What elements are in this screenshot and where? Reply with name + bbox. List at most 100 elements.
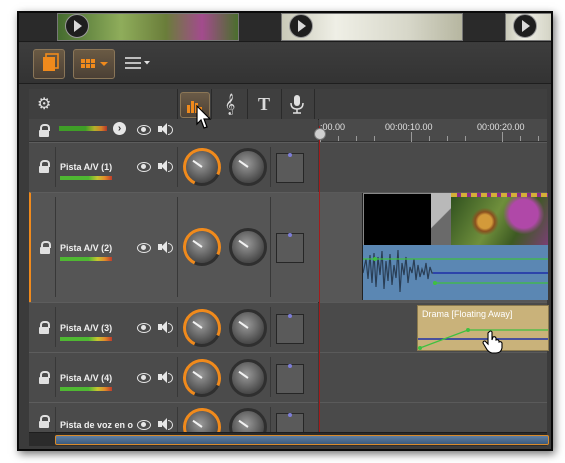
header-divider [177, 197, 178, 297]
storyboard-view-button[interactable] [33, 49, 65, 79]
lock-icon[interactable] [39, 160, 50, 173]
chevron-right-icon[interactable]: › [113, 122, 126, 135]
header-divider [270, 147, 271, 187]
surround-panner-grid[interactable] [276, 153, 304, 183]
transition-marker[interactable] [431, 193, 451, 245]
playhead-handle[interactable] [314, 128, 326, 140]
lock-icon[interactable] [39, 321, 50, 334]
header-divider [55, 357, 56, 397]
header-divider [270, 307, 271, 347]
ruler-tick [374, 136, 375, 141]
playhead-line[interactable] [319, 126, 320, 438]
volume-knob[interactable] [177, 142, 227, 192]
pan-knob[interactable] [229, 148, 267, 186]
header-divider [270, 407, 271, 433]
play-icon[interactable] [513, 14, 537, 38]
gear-icon[interactable]: ⚙ [37, 94, 51, 114]
eye-icon[interactable] [137, 323, 151, 333]
tab-divider [247, 89, 248, 119]
surround-panner-grid[interactable] [276, 233, 304, 263]
header-divider [270, 197, 271, 297]
track-lane[interactable] [319, 142, 547, 193]
master-level-meter [59, 126, 107, 131]
surround-panner-grid[interactable] [276, 314, 304, 344]
lock-icon[interactable] [39, 415, 50, 428]
clip-thumbnail-flower [451, 193, 548, 245]
video-clip[interactable] [362, 193, 548, 300]
tab-music-tools[interactable]: 𝄞 [216, 92, 244, 116]
microphone-icon [290, 95, 304, 114]
track-header[interactable]: Pista A/V (3) [29, 302, 318, 353]
list-view-menu-button[interactable] [119, 49, 155, 77]
arrow-cursor-icon [196, 105, 212, 129]
tab-voice-tools[interactable] [283, 92, 311, 116]
audio-waveform [363, 245, 548, 300]
speaker-icon[interactable] [158, 160, 173, 172]
surround-panner-grid[interactable] [276, 413, 304, 433]
timeline-view-button[interactable] [73, 49, 115, 79]
eye-icon[interactable] [137, 162, 151, 172]
timeline-scrollbar[interactable] [29, 432, 549, 446]
volume-knob[interactable] [177, 303, 227, 353]
pan-knob[interactable] [229, 359, 267, 397]
eye-icon[interactable] [137, 420, 151, 430]
header-divider [270, 357, 271, 397]
eye-icon[interactable] [137, 243, 151, 253]
pan-knob[interactable] [229, 408, 267, 433]
header-divider [55, 407, 56, 433]
volume-knob[interactable] [177, 222, 227, 272]
speaker-icon[interactable] [158, 321, 173, 333]
track-level-meter [60, 337, 112, 341]
track-name: Pista A/V (4) [60, 373, 113, 383]
lock-icon[interactable] [40, 241, 51, 254]
speaker-icon[interactable] [158, 418, 173, 430]
play-icon[interactable] [289, 14, 313, 38]
ruler-tick [520, 136, 521, 141]
speaker-icon[interactable] [158, 123, 173, 135]
master-track-header: › [29, 119, 318, 142]
speaker-icon[interactable] [158, 241, 173, 253]
ruler-tick [429, 136, 430, 141]
tab-divider [281, 89, 282, 119]
header-divider [55, 147, 56, 187]
header-divider [177, 147, 178, 187]
clip-thumbnail-black [363, 193, 433, 247]
ruler-tick [338, 136, 339, 141]
tab-title-tools[interactable]: T [250, 92, 278, 116]
list-dropdown-icon [125, 57, 150, 69]
pan-knob[interactable] [229, 309, 267, 347]
scrollbar-thumb[interactable] [55, 435, 549, 445]
pan-knob[interactable] [229, 228, 267, 266]
eye-icon[interactable] [137, 373, 151, 383]
time-ruler[interactable]: :00.00 00:00:10.00 00:00:20.00 [319, 119, 547, 142]
track-header[interactable]: Pista de voz en o [29, 402, 318, 433]
track-level-meter [60, 387, 112, 391]
header-divider [177, 407, 178, 433]
timeline-toolbar [19, 43, 551, 84]
track-lane[interactable] [319, 352, 547, 403]
track-level-meter [60, 176, 112, 180]
track-tools-bar: ⚙ 𝄞 T [29, 89, 547, 120]
grid-dropdown-icon [81, 59, 108, 68]
track-header[interactable]: Pista A/V (4) [29, 352, 318, 403]
volume-knob[interactable] [177, 403, 227, 433]
lock-icon[interactable] [39, 124, 50, 137]
ruler-tick [411, 132, 412, 142]
play-icon[interactable] [65, 14, 89, 38]
track-header-selected[interactable]: Pista A/V (2) [29, 192, 320, 303]
text-T-icon: T [257, 94, 270, 114]
track-header[interactable]: Pista A/V (1) [29, 142, 318, 193]
track-lane[interactable] [319, 402, 547, 433]
track-name: Pista A/V (2) [60, 243, 113, 253]
surround-panner-grid[interactable] [276, 364, 304, 394]
tab-divider [314, 89, 315, 119]
storyboard-strip [19, 13, 551, 42]
eye-icon[interactable] [137, 125, 151, 135]
track-name: Pista de voz en o [60, 420, 134, 430]
speaker-icon[interactable] [158, 371, 173, 383]
ruler-label: 00:00:20.00 [477, 122, 525, 132]
track-name: Pista A/V (3) [60, 323, 113, 333]
ruler-tick [356, 136, 357, 141]
volume-knob[interactable] [177, 353, 227, 403]
lock-icon[interactable] [39, 371, 50, 384]
